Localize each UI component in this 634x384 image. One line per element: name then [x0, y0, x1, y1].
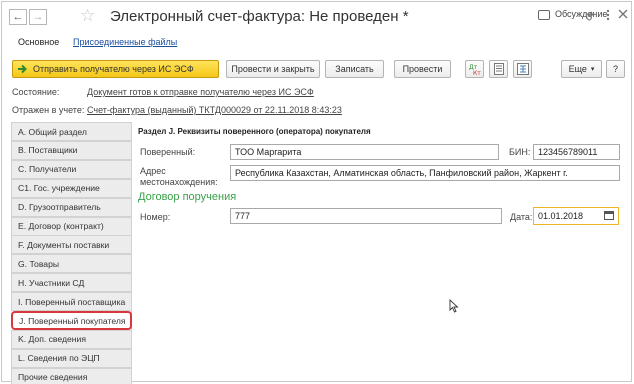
section-item-active[interactable]: J. Поверенный покупателя [11, 311, 132, 330]
section-title: Раздел J. Реквизиты поверенного (операто… [138, 127, 371, 136]
address-field[interactable]: Республика Казахстан, Алматинская област… [230, 165, 620, 181]
send-to-recipient-label: Отправить получателю через ИС ЭСФ [33, 64, 194, 74]
bin-field[interactable]: 123456789011 [533, 144, 620, 160]
address-label-line2: местонахождения: [140, 177, 218, 187]
arrow-left-icon: ← [12, 11, 24, 23]
section-item[interactable]: А. Общий раздел [11, 122, 132, 141]
sections-panel: А. Общий раздел В. Поставщики С. Получател… [11, 122, 132, 384]
save-button[interactable]: Записать [325, 60, 384, 78]
reflected-label: Отражен в учете: [12, 105, 85, 115]
section-item[interactable]: Прочие сведения [11, 367, 132, 384]
arrow-right-icon: → [32, 11, 44, 23]
page-title: Электронный счет-фактура: Не проведен * [110, 8, 409, 25]
document-list-button[interactable] [489, 60, 508, 78]
more-label: Еще [568, 64, 587, 74]
more-vertical-icon[interactable] [606, 9, 610, 21]
link-icon[interactable] [586, 11, 595, 21]
dt-kt-button[interactable]: Дт Кт [465, 60, 484, 78]
discussion-icon[interactable] [538, 10, 550, 20]
section-item[interactable]: С1. Гос. учреждение [11, 178, 132, 198]
section-item[interactable]: G. Товары [11, 254, 132, 274]
tab-main[interactable]: Основное [18, 37, 59, 47]
address-label-line1: Адрес [140, 166, 166, 176]
back-button[interactable]: ← [9, 9, 27, 25]
report-structure-button[interactable] [513, 60, 532, 78]
section-item[interactable]: F. Документы поставки [11, 235, 132, 255]
more-button[interactable]: Еще ▾ [561, 60, 602, 78]
bin-label: БИН: [509, 147, 531, 157]
send-to-recipient-button[interactable]: Отправить получателю через ИС ЭСФ [12, 60, 219, 78]
calendar-icon[interactable] [604, 210, 614, 220]
tab-attached-files[interactable]: Присоединенные файлы [73, 37, 177, 47]
post-button[interactable]: Провести [394, 60, 451, 78]
number-label: Номер: [140, 212, 171, 222]
number-field[interactable]: 777 [230, 208, 502, 224]
close-icon[interactable] [618, 9, 628, 19]
attorney-label: Поверенный: [140, 147, 196, 157]
date-label: Дата: [510, 212, 533, 222]
dt-kt-icon: Дт Кт [469, 64, 481, 75]
date-value: 01.01.2018 [538, 211, 584, 221]
send-arrow-icon [18, 64, 27, 74]
svg-text:Кт: Кт [473, 70, 481, 75]
structure-icon [516, 63, 529, 75]
section-item[interactable]: D. Грузоотправитель [11, 197, 132, 217]
section-item[interactable]: K. Доп. сведения [11, 329, 132, 349]
document-list-icon [493, 63, 504, 75]
mouse-cursor-icon [449, 299, 459, 313]
section-item[interactable]: С. Получатели [11, 159, 132, 179]
state-label: Состояние: [12, 87, 60, 97]
post-and-close-button[interactable]: Провести и закрыть [226, 60, 320, 78]
section-item[interactable]: I. Поверенный поставщика [11, 292, 132, 312]
contract-heading: Договор поручения [138, 191, 237, 203]
section-item[interactable]: Н. Участники СД [11, 273, 132, 293]
reflected-link[interactable]: Счет-фактура (выданный) ТКТД000029 от 22… [87, 105, 342, 115]
favorite-star-icon[interactable]: ☆ [80, 6, 95, 26]
section-item[interactable]: L. Сведения по ЭЦП [11, 348, 132, 368]
state-link[interactable]: Документ готов к отправке получателю чер… [87, 87, 314, 97]
forward-button[interactable]: → [29, 9, 47, 25]
chevron-down-icon: ▾ [590, 66, 595, 73]
help-button[interactable]: ? [606, 60, 625, 78]
attorney-field[interactable]: ТОО Маргарита [230, 144, 499, 160]
section-item[interactable]: Е. Договор (контракт) [11, 216, 132, 236]
section-item[interactable]: В. Поставщики [11, 140, 132, 160]
